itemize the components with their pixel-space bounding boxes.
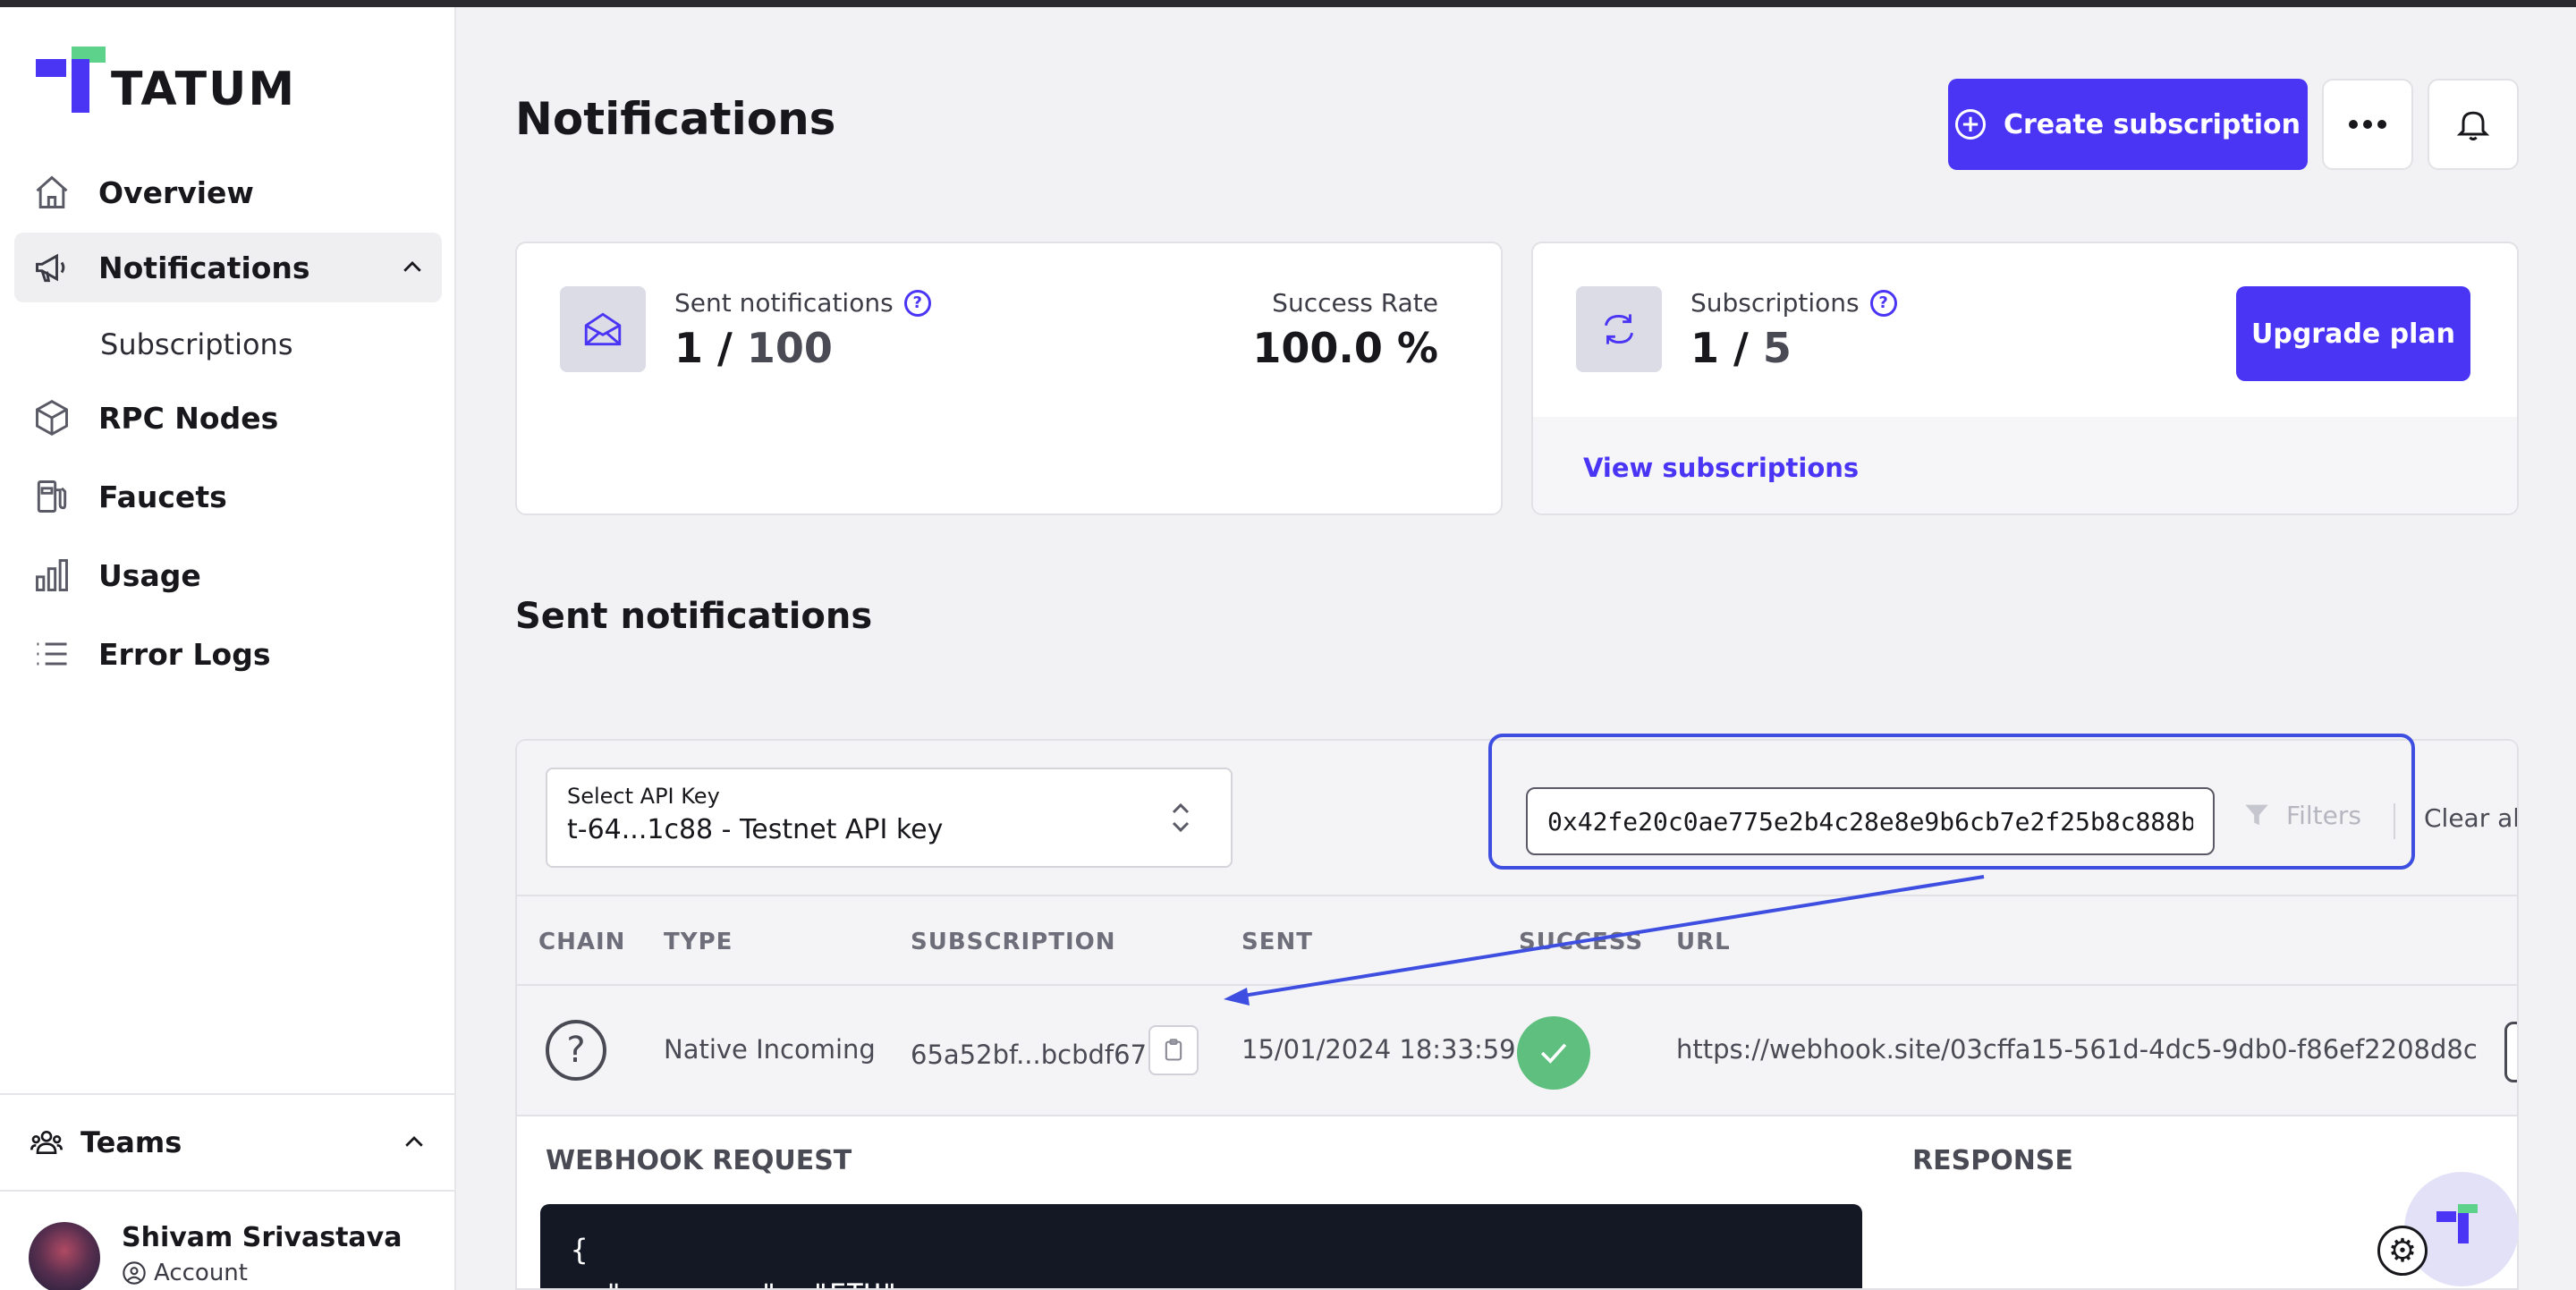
account-section[interactable]: Shivam Srivastava Account [0, 1190, 454, 1290]
column-header-subscription[interactable]: SUBSCRIPTION [911, 929, 1115, 955]
more-options-button[interactable] [2322, 79, 2413, 170]
teams-label: Teams [80, 1125, 182, 1159]
plus-circle-icon: + [1954, 109, 1986, 140]
subscriptions-label-text: Subscriptions [1690, 288, 1860, 318]
row-subscription-id: 65a52bf...bcbdf67 [911, 1040, 1148, 1070]
subscriptions-value: 1 / 5 [1690, 324, 1792, 372]
success-rate-value: 100.0 % [1252, 324, 1438, 372]
column-header-chain[interactable]: CHAIN [538, 929, 625, 955]
cube-icon [30, 396, 73, 439]
sent-notifications-heading: Sent notifications [515, 596, 873, 637]
notifications-bell-button[interactable] [2428, 79, 2519, 170]
row-type: Native Incoming [664, 1034, 876, 1065]
avatar[interactable] [29, 1222, 100, 1290]
sidebar-item-rpc-nodes[interactable]: RPC Nodes [14, 383, 442, 453]
success-check-icon [1517, 1016, 1590, 1090]
subscriptions-count: 1 [1690, 324, 1720, 372]
api-key-select-value: t-64...1c88 - Testnet API key [567, 814, 944, 845]
help-icon[interactable]: ? [1869, 289, 1897, 317]
sidebar-item-label: Overview [98, 174, 254, 210]
column-header-sent[interactable]: SENT [1241, 929, 1313, 955]
envelope-icon [560, 286, 646, 372]
sidebar-item-label: RPC Nodes [98, 400, 279, 436]
api-key-select[interactable]: Select API Key t-64...1c88 - Testnet API… [546, 768, 1233, 868]
sidebar-item-label: Error Logs [98, 636, 271, 672]
subscriptions-card: Subscriptions ? 1 / 5 Upgrade plan View … [1531, 242, 2519, 515]
window-top-bar [0, 0, 2576, 7]
bar-chart-icon [30, 554, 73, 597]
sidebar-subitem-subscriptions[interactable]: Subscriptions [100, 327, 293, 361]
webhook-request-code: { "currency": "ETH", [540, 1204, 1862, 1288]
sent-count: 1 [674, 324, 704, 372]
chevron-up-icon[interactable] [401, 1129, 428, 1159]
page-title: Notifications [515, 93, 836, 145]
teams-section-toggle[interactable]: Teams [0, 1093, 454, 1190]
sidebar-item-label: Faucets [98, 479, 227, 514]
bell-icon [2453, 105, 2493, 144]
subscriptions-limit: 5 [1762, 324, 1792, 372]
sent-notifications-value: 1 / 100 [674, 324, 833, 372]
copy-button[interactable] [1148, 1025, 1199, 1075]
tatum-logo-icon [2436, 1204, 2478, 1243]
sidebar-item-faucets[interactable]: Faucets [14, 462, 442, 531]
sidebar-item-usage[interactable]: Usage [14, 540, 442, 610]
column-header-type[interactable]: TYPE [664, 929, 733, 955]
clear-all-button[interactable]: Clear all [2424, 803, 2517, 833]
sidebar-item-error-logs[interactable]: Error Logs [14, 619, 442, 689]
create-subscription-button[interactable]: + Create subscription [1948, 79, 2308, 170]
subscriptions-label: Subscriptions ? [1690, 288, 1897, 318]
annotation-highlight-box [1488, 734, 2415, 870]
row-action-button[interactable] [2504, 1022, 2517, 1082]
question-mark-icon: ? [546, 1020, 606, 1081]
user-circle-icon [122, 1260, 147, 1286]
clipboard-icon [1161, 1038, 1186, 1063]
subscriptions-card-footer: View subscriptions [1533, 417, 2517, 513]
sidebar: TATUM Overview Notifications Subscriptio… [0, 7, 456, 1290]
row-webhook-url[interactable]: https://webhook.site/03cffa15-561d-4dc5-… [1676, 1034, 2478, 1065]
gear-icon[interactable]: ⚙ [2377, 1226, 2428, 1276]
people-icon [29, 1125, 64, 1160]
logo-mark-stem [72, 59, 89, 113]
refresh-icon [1576, 286, 1662, 372]
tatum-logo[interactable]: TATUM [36, 47, 304, 116]
megaphone-icon [30, 246, 73, 289]
sidebar-item-overview[interactable]: Overview [14, 157, 442, 227]
upgrade-plan-button[interactable]: Upgrade plan [2236, 286, 2470, 381]
ellipsis-icon [2348, 119, 2387, 130]
column-header-url[interactable]: URL [1676, 929, 1731, 955]
success-rate-label: Success Rate [1272, 288, 1438, 318]
account-label: Account [154, 1260, 248, 1286]
user-name: Shivam Srivastava [122, 1222, 402, 1253]
tatum-chat-launcher[interactable] [2404, 1172, 2519, 1286]
create-subscription-label: Create subscription [2003, 108, 2301, 140]
sidebar-item-label: Notifications [98, 250, 310, 285]
api-key-select-caption: Select API Key [567, 784, 720, 809]
account-link[interactable]: Account [122, 1260, 248, 1286]
view-subscriptions-link[interactable]: View subscriptions [1583, 453, 1859, 483]
column-header-success[interactable]: SUCCESS [1519, 929, 1643, 955]
list-icon [30, 632, 73, 675]
logo-text: TATUM [111, 63, 297, 116]
sent-notifications-card: Sent notifications ? 1 / 100 Success Rat… [515, 242, 1503, 515]
home-icon [30, 171, 73, 214]
logo-mark-bar [36, 59, 66, 77]
table-row[interactable]: ? Native Incoming 65a52bf...bcbdf67 15/0… [517, 986, 2517, 1116]
help-icon[interactable]: ? [903, 289, 931, 317]
sidebar-item-notifications[interactable]: Notifications [14, 233, 442, 302]
fuel-pump-icon [30, 475, 73, 518]
response-heading: RESPONSE [1912, 1145, 2073, 1176]
chevron-up-down-icon [1170, 802, 1191, 837]
sent-limit: 100 [746, 324, 833, 372]
sidebar-item-label: Usage [98, 557, 201, 593]
sent-notifications-label-text: Sent notifications [674, 288, 894, 318]
row-sent-timestamp: 15/01/2024 18:33:59 [1241, 1034, 1516, 1065]
webhook-request-heading: WEBHOOK REQUEST [546, 1145, 852, 1176]
sent-notifications-label: Sent notifications ? [674, 288, 931, 318]
table-header: CHAIN TYPE SUBSCRIPTION SENT SUCCESS URL [517, 896, 2517, 986]
chevron-up-icon[interactable] [399, 254, 426, 284]
